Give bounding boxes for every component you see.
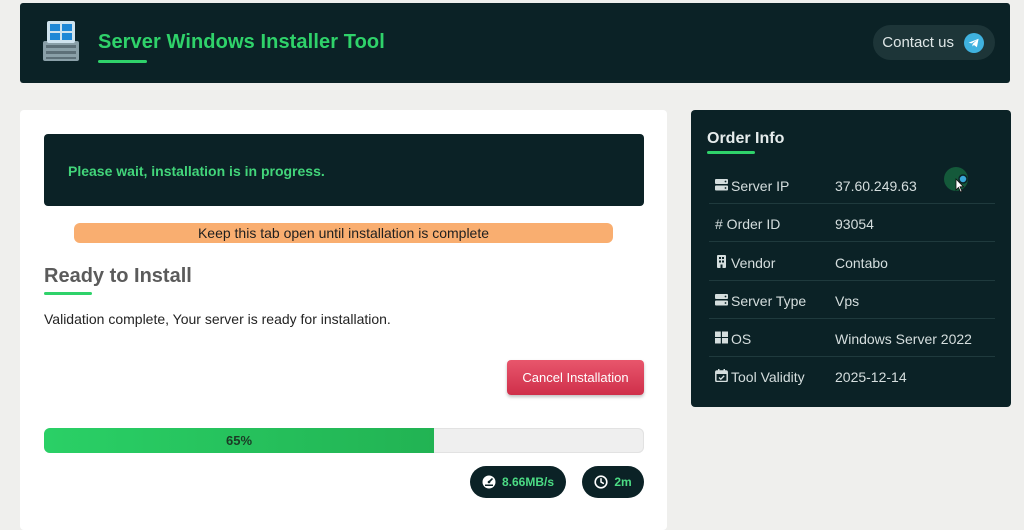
validation-status-text: Validation complete, Your server is read… (44, 311, 391, 327)
windows-server-logo-icon (43, 21, 79, 61)
clock-icon (594, 475, 608, 489)
order-row-label: Tool Validity (731, 369, 805, 385)
speedometer-icon (482, 475, 496, 489)
order-row-label: Vendor (731, 255, 776, 271)
order-row-value: 2025-12-14 (835, 369, 907, 385)
order-row-vendor: Vendor Contabo (709, 243, 995, 281)
order-row-label: Server IP (731, 178, 790, 194)
building-icon (717, 255, 726, 268)
download-speed-value: 8.66MB/s (501, 475, 555, 489)
order-row-label: OS (731, 331, 752, 347)
app-title: Server Windows Installer Tool (98, 31, 385, 53)
order-row-os: OS Windows Server 2022 (709, 319, 995, 357)
section-title: Ready to Install (44, 265, 192, 287)
windows-icon (715, 331, 728, 344)
server-icon (715, 294, 728, 306)
order-row-value: Windows Server 2022 (835, 331, 972, 347)
mouse-cursor-icon (944, 167, 968, 193)
order-row-value: 37.60.249.63 (835, 178, 917, 194)
cancel-installation-button[interactable]: Cancel Installation (507, 360, 644, 395)
order-row-value: Contabo (835, 255, 888, 271)
order-row-order-id: # Order ID 93054 (709, 204, 995, 242)
calendar-check-icon (715, 369, 728, 382)
order-row-label: Server Type (731, 293, 807, 309)
order-row-value: Vps (835, 293, 860, 309)
order-info-underline (707, 151, 755, 154)
installation-progress-bar: 65% (44, 428, 644, 453)
order-row-label: # Order ID (715, 216, 781, 232)
contact-us-label: Contact us (882, 34, 954, 51)
contact-us-button[interactable]: Contact us (873, 25, 995, 60)
keep-tab-open-warning: Keep this tab open until installation is… (74, 223, 613, 243)
installation-panel: Please wait, installation is in progress… (20, 110, 667, 530)
app-header: Server Windows Installer Tool Contact us (20, 3, 1010, 83)
progress-bar-fill: 65% (44, 428, 434, 453)
order-info-panel: Order Info Server IP 37.60.249.63 # Orde… (691, 110, 1011, 407)
banner-text: Please wait, installation is in progress… (68, 163, 325, 179)
progress-label: 65% (225, 433, 253, 448)
order-row-value: 93054 (835, 216, 874, 232)
telegram-icon (964, 32, 984, 53)
order-row-tool-validity: Tool Validity 2025-12-14 (709, 357, 995, 395)
installation-status-banner: Please wait, installation is in progress… (44, 134, 644, 206)
time-remaining-value: 2m (614, 475, 632, 489)
title-underline (98, 60, 147, 63)
download-speed-badge: 8.66MB/s (470, 466, 566, 498)
order-row-server-type: Server Type Vps (709, 281, 995, 319)
server-icon (715, 179, 728, 191)
section-underline (44, 292, 92, 295)
time-remaining-badge: 2m (582, 466, 644, 498)
order-info-title: Order Info (707, 130, 785, 147)
